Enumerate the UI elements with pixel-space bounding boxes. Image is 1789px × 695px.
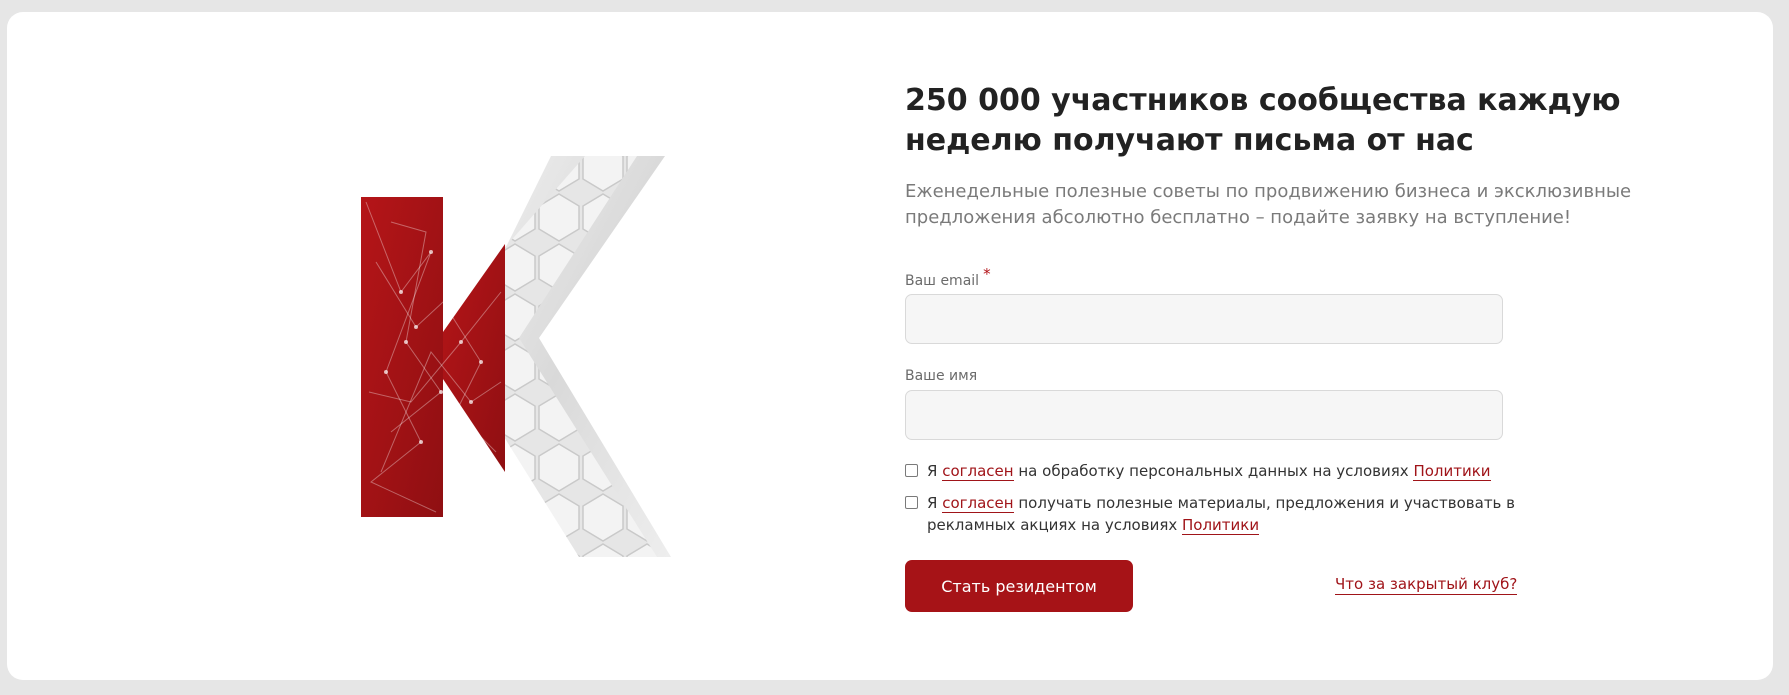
page-title: 250 000 участников сообщества каждую нед… (905, 83, 1621, 158)
k-logo (361, 142, 681, 557)
consent-personal-agree-link[interactable]: согласен (942, 462, 1014, 481)
consent-marketing-prefix: Я (927, 494, 938, 512)
email-field[interactable] (905, 294, 1503, 344)
consent-personal-policy-link[interactable]: Политики (1413, 462, 1491, 481)
consent-marketing-policy-link[interactable]: Политики (1182, 516, 1260, 535)
consent-marketing-agree-link[interactable]: согласен (942, 494, 1014, 513)
consent-personal-prefix: Я (927, 462, 938, 480)
consent-personal-checkbox[interactable] (905, 464, 918, 477)
consent-marketing-row: Я согласен получать полезные материалы, … (905, 492, 1545, 536)
page-subtitle: Еженедельные полезные советы по продвиже… (905, 181, 1632, 228)
consent-personal-text: Я согласен на обработку персональных дан… (927, 460, 1491, 482)
email-label: Ваш email * (905, 265, 991, 290)
subscribe-card: 250 000 участников сообщества каждую нед… (7, 12, 1773, 680)
consent-personal-middle: на обработку персональных данных на усло… (1018, 462, 1409, 480)
name-field[interactable] (905, 390, 1503, 440)
consent-marketing-checkbox[interactable] (905, 496, 918, 509)
required-mark: * (983, 265, 991, 283)
consent-marketing-text: Я согласен получать полезные материалы, … (927, 492, 1545, 536)
consent-personal-row: Я согласен на обработку персональных дан… (905, 460, 1545, 482)
club-info-link[interactable]: Что за закрытый клуб? (1335, 574, 1518, 595)
name-label: Ваше имя (905, 368, 978, 384)
submit-button[interactable]: Стать резидентом (905, 560, 1133, 612)
email-label-text: Ваш email (905, 273, 980, 289)
